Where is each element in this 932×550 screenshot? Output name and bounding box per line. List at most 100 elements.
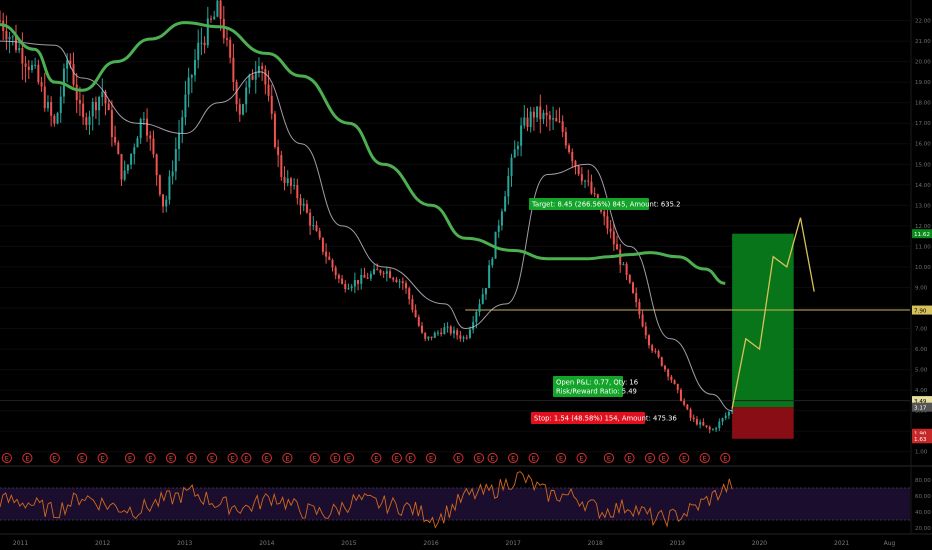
candle-body — [721, 418, 724, 422]
candle-body — [178, 133, 181, 150]
earnings-marker-label: E — [374, 455, 378, 463]
price-tick-label: 12.00 — [915, 224, 931, 230]
earnings-marker-label: E — [285, 455, 289, 463]
candle-body — [433, 332, 436, 338]
candle-body — [216, 0, 219, 17]
candle-body — [478, 303, 481, 313]
candle-body — [382, 272, 385, 274]
candle-body — [312, 225, 315, 227]
candle-body — [520, 125, 523, 146]
candle-body — [516, 145, 519, 150]
stock-chart: Target: 8.45 (266.56%) 845, Amount: 635.… — [0, 0, 932, 550]
time-tick-label: 2019 — [670, 540, 685, 547]
price-tick-label: 19.00 — [915, 80, 931, 86]
candle-body — [465, 337, 468, 339]
candle-body — [136, 138, 139, 148]
candle-body — [280, 155, 283, 177]
candle-body — [174, 149, 177, 172]
earnings-marker-label: E — [607, 455, 611, 463]
candle-body — [494, 231, 497, 259]
candle-body — [398, 281, 401, 283]
price-badge-text: 1.63 — [914, 437, 927, 443]
candle-body — [606, 216, 609, 229]
candle-body — [702, 422, 705, 426]
candle-body — [692, 417, 695, 420]
candle-body — [568, 145, 571, 152]
candle-body — [133, 147, 136, 154]
candle-body — [219, 0, 222, 19]
candle-body — [142, 118, 145, 120]
earnings-marker-label: E — [347, 455, 351, 463]
price-tick-label: 21.00 — [915, 39, 931, 45]
candle-body — [635, 292, 638, 303]
candle-body — [37, 64, 40, 83]
earnings-marker-label: E — [231, 455, 235, 463]
candle-body — [468, 329, 471, 338]
candle-body — [337, 275, 340, 279]
candle-body — [277, 146, 280, 156]
price-badge: 3.17 — [912, 402, 932, 412]
candle-body — [660, 357, 663, 366]
candle-body — [267, 84, 270, 96]
candle-body — [0, 20, 1, 22]
candle-body — [82, 103, 85, 118]
price-tick-label: 11.00 — [915, 244, 931, 250]
candle-body — [564, 131, 567, 146]
candle-body — [248, 75, 251, 88]
candle-body — [379, 270, 382, 273]
candle-body — [331, 259, 334, 268]
candle-body — [98, 97, 101, 111]
earnings-marker-label: E — [723, 455, 727, 463]
candle-body — [18, 48, 21, 51]
candle-body — [94, 101, 97, 111]
candle-body — [114, 137, 117, 143]
earnings-marker-label: E — [148, 455, 152, 463]
candle-body — [325, 251, 328, 257]
rsi-tick-label: 20.00 — [915, 526, 931, 532]
candle-body — [309, 212, 312, 226]
price-tick-label: 20.00 — [915, 60, 931, 66]
candle-body — [539, 106, 542, 120]
candle-body — [612, 231, 615, 245]
price-badge-text: 3.17 — [914, 405, 927, 411]
earnings-marker-label: E — [80, 455, 84, 463]
candle-body — [126, 164, 129, 171]
candle-body — [724, 415, 727, 419]
candle-body — [584, 180, 587, 182]
candle-body — [411, 299, 414, 310]
earnings-marker-label: E — [580, 455, 584, 463]
candle-body — [654, 350, 657, 352]
candle-body — [459, 335, 462, 339]
candle-body — [296, 185, 299, 199]
earnings-marker-label: E — [648, 455, 652, 463]
rsi-band — [0, 488, 910, 520]
candle-body — [123, 170, 126, 180]
candle-body — [622, 264, 625, 266]
time-tick-label: 2012 — [95, 540, 110, 547]
earnings-marker-label: E — [5, 455, 9, 463]
candle-body — [420, 325, 423, 333]
candle-body — [484, 288, 487, 295]
candle-body — [366, 277, 369, 279]
candle-body — [369, 273, 372, 279]
candle-body — [107, 103, 110, 111]
candle-body — [162, 194, 165, 207]
candle-body — [548, 115, 551, 120]
candle-body — [59, 96, 62, 114]
time-tick-label: 2014 — [259, 540, 274, 547]
candle-body — [232, 57, 235, 83]
candle-body — [609, 228, 612, 232]
price-tick-label: 1.00 — [915, 450, 928, 456]
candle-body — [686, 404, 689, 410]
candle-body — [21, 48, 24, 64]
stop-zone — [732, 407, 794, 439]
candle-body — [11, 36, 14, 38]
earnings-marker-label: E — [128, 455, 132, 463]
candle-body — [305, 203, 308, 213]
candle-body — [209, 18, 212, 20]
price-tick-label: 14.00 — [915, 183, 931, 189]
candle-body — [56, 113, 59, 124]
time-tick-label: Aug — [884, 540, 896, 547]
candle-body — [529, 111, 532, 127]
candle-body — [213, 16, 216, 20]
